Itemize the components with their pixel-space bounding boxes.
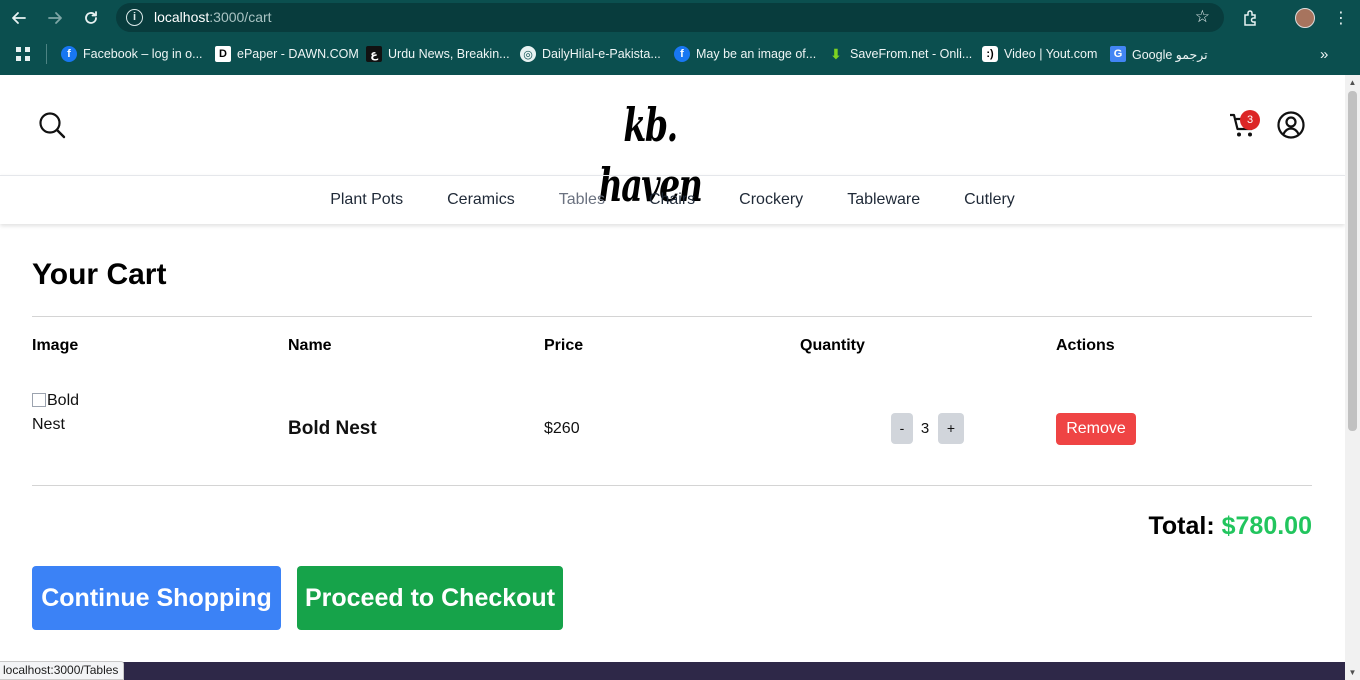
address-url[interactable]: localhost:3000/cart [154, 9, 272, 25]
bookmark-label: Urdu News, Breakin... [388, 47, 510, 61]
cart-total: Total: $780.00 [1148, 512, 1312, 541]
bookmarks-bar: f Facebook – log in o... DePaper - DAWN.C… [0, 40, 1360, 68]
extensions-icon[interactable] [1240, 7, 1262, 29]
nav-item-crockery[interactable]: Crockery [717, 191, 825, 209]
site-info-icon[interactable]: i [126, 9, 143, 26]
urdu-news-icon: ع [366, 46, 382, 62]
browser-menu-icon[interactable]: ⋮ [1330, 7, 1352, 29]
scrollbar-thumb[interactable] [1348, 91, 1357, 431]
scroll-up-arrow-icon[interactable]: ▲ [1348, 78, 1357, 88]
bookmark-item[interactable]: f Facebook – log in o... [61, 44, 203, 64]
product-price: $260 [544, 420, 580, 437]
user-account-icon[interactable] [1276, 110, 1306, 140]
column-header-name: Name [288, 337, 332, 354]
cart-count-badge: 3 [1240, 110, 1260, 130]
table-top-divider [32, 316, 1312, 317]
dawn-icon: D [215, 46, 231, 62]
product-name: Bold Nest [288, 418, 377, 439]
nav-item-cutlery[interactable]: Cutlery [942, 191, 1037, 209]
bookmark-item[interactable]: :) Video | Yout.com [982, 44, 1097, 64]
nav-item-tables[interactable]: Tables [537, 191, 627, 209]
bookmark-label: Google ترجمو [1132, 47, 1208, 62]
page-title: Your Cart [32, 258, 167, 291]
scroll-down-arrow-icon[interactable]: ▼ [1348, 668, 1357, 678]
total-label: Total: [1148, 512, 1215, 540]
quantity-decrease-button[interactable]: - [891, 413, 913, 444]
bookmark-item[interactable]: ع Urdu News, Breakin... [366, 44, 510, 64]
nav-item-plant-pots[interactable]: Plant Pots [308, 191, 425, 209]
facebook-icon: f [674, 46, 690, 62]
browser-toolbar: i localhost:3000/cart ☆ ⋮ [0, 0, 1360, 35]
site-logo[interactable]: kb. haven [585, 95, 715, 212]
footer [0, 662, 1345, 680]
bookmark-label: SaveFrom.net - Onli... [850, 47, 973, 61]
more-bookmarks-icon[interactable]: » [1320, 44, 1328, 64]
bookmark-item[interactable]: DePaper - DAWN.COM [215, 44, 359, 64]
bookmark-item[interactable]: ◎ DailyHilal-e-Pakista... [520, 44, 661, 64]
globe-icon: ◎ [520, 46, 536, 62]
continue-shopping-button[interactable]: Continue Shopping [32, 566, 281, 630]
quantity-increase-button[interactable]: + [938, 413, 964, 444]
total-amount: $780.00 [1221, 512, 1312, 540]
bookmark-item[interactable]: ⬇ SaveFrom.net - Onli... [828, 44, 972, 64]
bookmark-label: Video | Yout.com [1004, 47, 1098, 61]
column-header-quantity: Quantity [800, 337, 865, 354]
forward-icon[interactable] [44, 7, 66, 29]
back-icon[interactable] [8, 7, 30, 29]
column-header-price: Price [544, 337, 584, 354]
nav-item-chairs[interactable]: Chairs [627, 191, 717, 209]
profile-avatar-icon[interactable] [1294, 7, 1316, 29]
bookmark-label: May be an image of... [696, 47, 817, 61]
yout-icon: :) [982, 46, 998, 62]
browser-chrome: i localhost:3000/cart ☆ ⋮ f Facebook – lo… [0, 0, 1360, 75]
url-path: :3000/cart [209, 9, 272, 25]
link-status-tooltip: localhost:3000/Tables [0, 661, 125, 680]
proceed-to-checkout-button[interactable]: Proceed to Checkout [297, 566, 563, 630]
column-header-actions: Actions [1056, 337, 1115, 354]
quantity-value: 3 [920, 420, 930, 437]
page-scrollbar[interactable]: ▲ ▼ [1345, 75, 1360, 680]
bookmark-label: Facebook – log in o... [83, 47, 203, 61]
facebook-icon: f [61, 46, 77, 62]
reload-icon[interactable] [80, 7, 102, 29]
url-host: localhost [154, 9, 210, 25]
table-bottom-divider [32, 485, 1312, 486]
bookmark-item[interactable]: f May be an image of... [674, 44, 816, 64]
remove-button[interactable]: Remove [1056, 413, 1136, 445]
page-content: kb. haven 3 Plant Pots Ceramics Tables C… [0, 75, 1345, 680]
nav-item-tableware[interactable]: Tableware [825, 191, 942, 209]
download-icon: ⬇ [830, 45, 842, 62]
column-header-image: Image [32, 337, 79, 354]
address-bar[interactable]: i localhost:3000/cart ☆ [116, 3, 1224, 32]
category-nav: Plant Pots Ceramics Tables Chairs Crocke… [0, 175, 1345, 224]
bookmark-item[interactable]: G Google ترجمو [1110, 44, 1208, 64]
bookmark-star-icon[interactable]: ☆ [1195, 7, 1210, 27]
search-icon[interactable] [37, 110, 67, 140]
bookmark-label: DailyHilal-e-Pakista... [542, 47, 661, 61]
nav-item-ceramics[interactable]: Ceramics [425, 191, 537, 209]
bookmark-label: ePaper - DAWN.COM [237, 47, 359, 61]
google-translate-icon: G [1110, 46, 1126, 62]
product-image-broken: Bold Nest [32, 389, 92, 437]
site-header: kb. haven 3 [0, 75, 1345, 212]
broken-image-icon [32, 393, 46, 407]
